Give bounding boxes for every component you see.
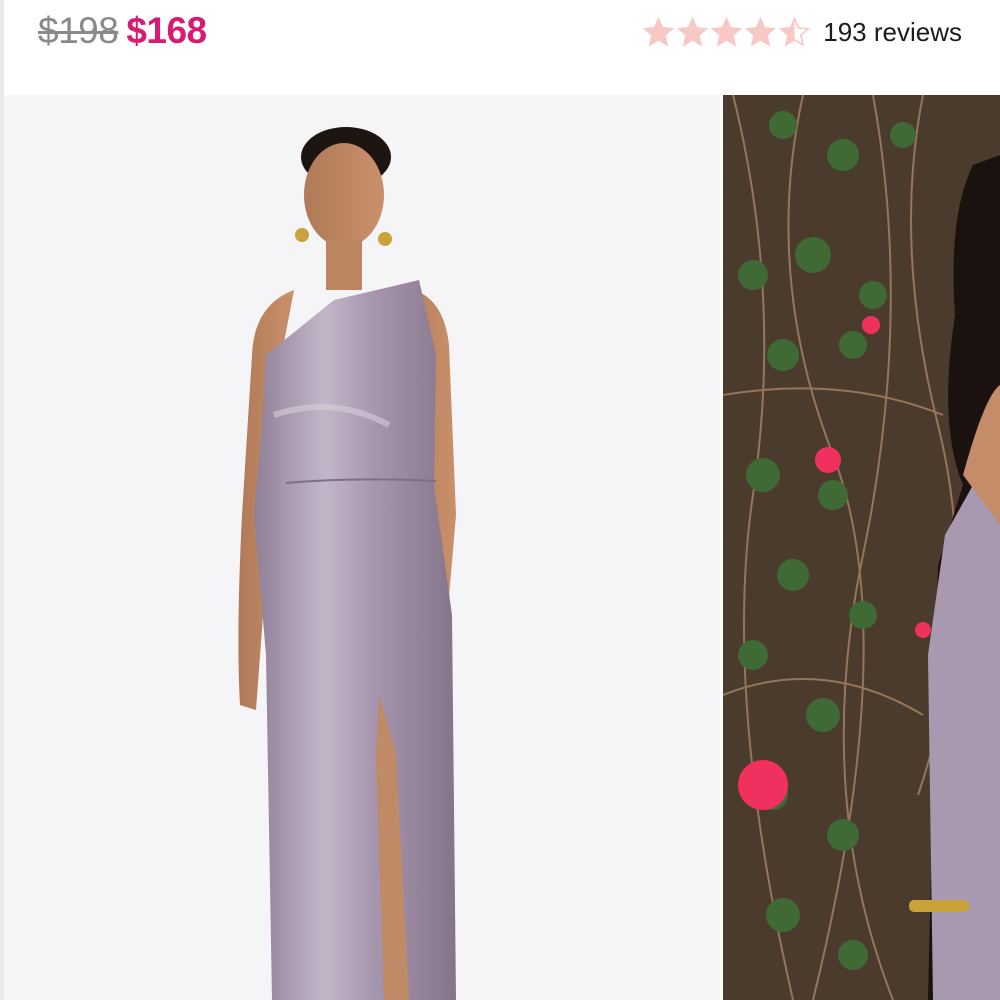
star-filled-icon [643,16,675,47]
sale-price: $168 [126,10,207,51]
price-row: $198 $168 [38,8,207,54]
star-half-icon [779,16,811,47]
reviews-link[interactable]: 193 reviews [823,17,962,48]
original-price: $198 [38,10,119,51]
garden-scene-illustration [723,95,1000,1000]
star-filled-icon [677,16,709,47]
star-rating [642,16,811,49]
product-rating[interactable]: 193 reviews [642,12,962,52]
star-filled-icon [711,16,743,47]
main-product-photo[interactable] [4,95,720,1000]
model-dress-illustration [4,95,720,1000]
product-gallery [4,95,1000,1000]
star-filled-icon [745,16,777,47]
lifestyle-photo[interactable] [723,95,1000,1000]
